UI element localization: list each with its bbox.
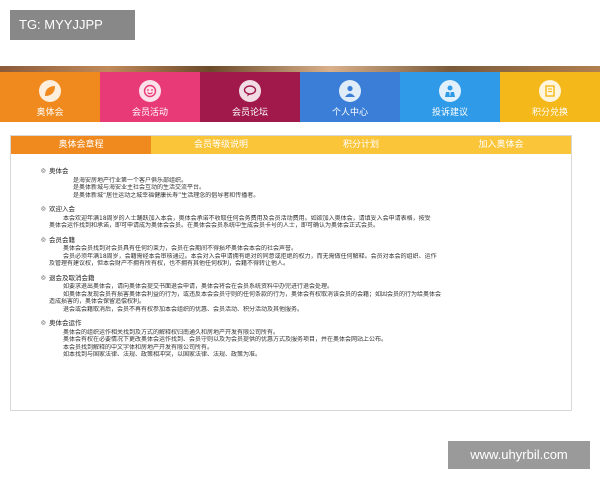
section-line: 是海安房地产行业第一个客户俱乐部组织。 [73,176,188,184]
person-icon [339,80,361,102]
section-line: 奥体会的组织运作相关找到及方式的解释权归南通久和房地产开发有限公司所有。 [63,328,280,336]
section-title: 奥体会运作 [41,319,541,328]
section-title: 奥体会 [41,167,541,176]
nav-label: 积分兑换 [531,108,568,118]
nav-item-points-exchange[interactable]: 积分兑换 [500,72,600,122]
section-welcome: 欢迎入会 本会欢迎年满18周岁的人士踊跃加入本会，奥体会承诺不收取任何会务费用及… [41,205,541,230]
leaf-icon [39,80,61,102]
nav-item-feedback[interactable]: 投诉建议 [400,72,500,122]
section-line: 如奥体会发现会员有损害奥体会利益的行为，或违反本会会员守则的任何条款的行为，奥体… [63,290,442,298]
chat-bubble-icon [239,80,261,102]
content-panel: 奥体会章程 会员等级说明 积分计划 加入奥体会 奥体会 是海安房地产行业第一个客… [10,135,572,411]
section-line: 及管理有建议权，但本会财产不拥有所有权，也不拥有其他任何权利，会籍不得转让他人。 [49,260,290,267]
charter-content: 奥体会 是海安房地产行业第一个客户俱乐部组织。 是奥体新城与海安业主社会互动的生… [11,154,571,359]
overlay-label: TG: MYYJJPP [10,10,135,40]
watermark-label: www.uhyrbil.com [448,441,590,469]
section-membership: 会员会籍 奥体会会员找到对会员具有任何约束力，会员在会期间不得损坏奥体会本会的社… [41,236,541,268]
section-withdrawal: 退会及取消会籍 如要求退出奥体会，请向奥体会提交书面退会申请，奥体会将会在会员系… [41,274,541,314]
nav-label: 会员论坛 [231,108,268,118]
tab-membership-levels[interactable]: 会员等级说明 [151,136,291,154]
nav-item-member-forum[interactable]: 会员论坛 [200,72,300,122]
smile-icon [139,80,161,102]
tab-points-plan[interactable]: 积分计划 [291,136,431,154]
nav-item-member-activities[interactable]: 会员活动 [100,72,200,122]
section-line: 奥体会有权在必要情况下更改奥体会运作找到、会员守则以及为会员提供的优惠方式及服务… [63,336,388,343]
section-line: 奥体会运作找到和承诺，即可申请成为奥体会会员。在奥体会会员系统中生成会员卡号的人… [49,222,380,229]
main-nav: 奥体会 会员活动 会员论坛 个人中心 投诉建议 积分兑换 [0,72,600,122]
section-line: 本会员找到解释的中文字体和房地产开发有限公司所有。 [63,343,214,351]
user-tie-icon [439,80,461,102]
section-line: 如本找到与国家法律、法规、政策相冲突，以国家法律、法规、政策为准。 [63,351,262,358]
section-line: 退会或会籍取消后，会员不再有权参加本会组织的优惠、会员活动、积分活动及其他服务。 [63,305,304,313]
section-title: 会员会籍 [41,236,541,245]
section-line: 是奥体新城“居住运动之城幸福健康长寿”生活理念的倡导者和传播者。 [73,191,260,199]
section-line: 是奥体新城与海安业主社会互动的生活交流平台。 [73,184,206,191]
section-line: 奥体会会员找到对会员具有任何约束力，会员在会期间不得损坏奥体会本会的社会声誉。 [63,245,298,252]
nav-item-personal-center[interactable]: 个人中心 [300,72,400,122]
section-line: 如要求退出奥体会，请向奥体会提交书面退会申请，奥体会将会在会员系统资料中办完进行… [63,283,334,290]
nav-label: 投诉建议 [431,108,468,118]
section-association: 奥体会 是海安房地产行业第一个客户俱乐部组织。 是奥体新城与海安业主社会互动的生… [41,167,541,199]
section-line: 会员必须年满18周岁，会籍需经本会审核通过。本会对入会申请拥有绝对的同意或拒绝的… [63,252,437,260]
nav-item-association[interactable]: 奥体会 [0,72,100,122]
section-operation: 奥体会运作 奥体会的组织运作相关找到及方式的解释权归南通久和房地产开发有限公司所… [41,319,541,359]
nav-label: 个人中心 [331,108,368,118]
nav-label: 奥体会 [36,108,64,118]
section-title: 退会及取消会籍 [41,274,541,283]
section-title: 欢迎入会 [41,205,541,214]
section-line: 本会欢迎年满18周岁的人士踊跃加入本会，奥体会承诺不收取任何会务费用及会员活动费… [63,214,431,222]
nav-label: 会员活动 [131,108,168,118]
tab-join[interactable]: 加入奥体会 [431,136,571,154]
tab-bar: 奥体会章程 会员等级说明 积分计划 加入奥体会 [11,136,571,154]
section-line: 造成损害的，奥体会保留追偿权利。 [49,298,146,305]
gift-card-icon [539,80,561,102]
tab-charter[interactable]: 奥体会章程 [11,136,151,154]
